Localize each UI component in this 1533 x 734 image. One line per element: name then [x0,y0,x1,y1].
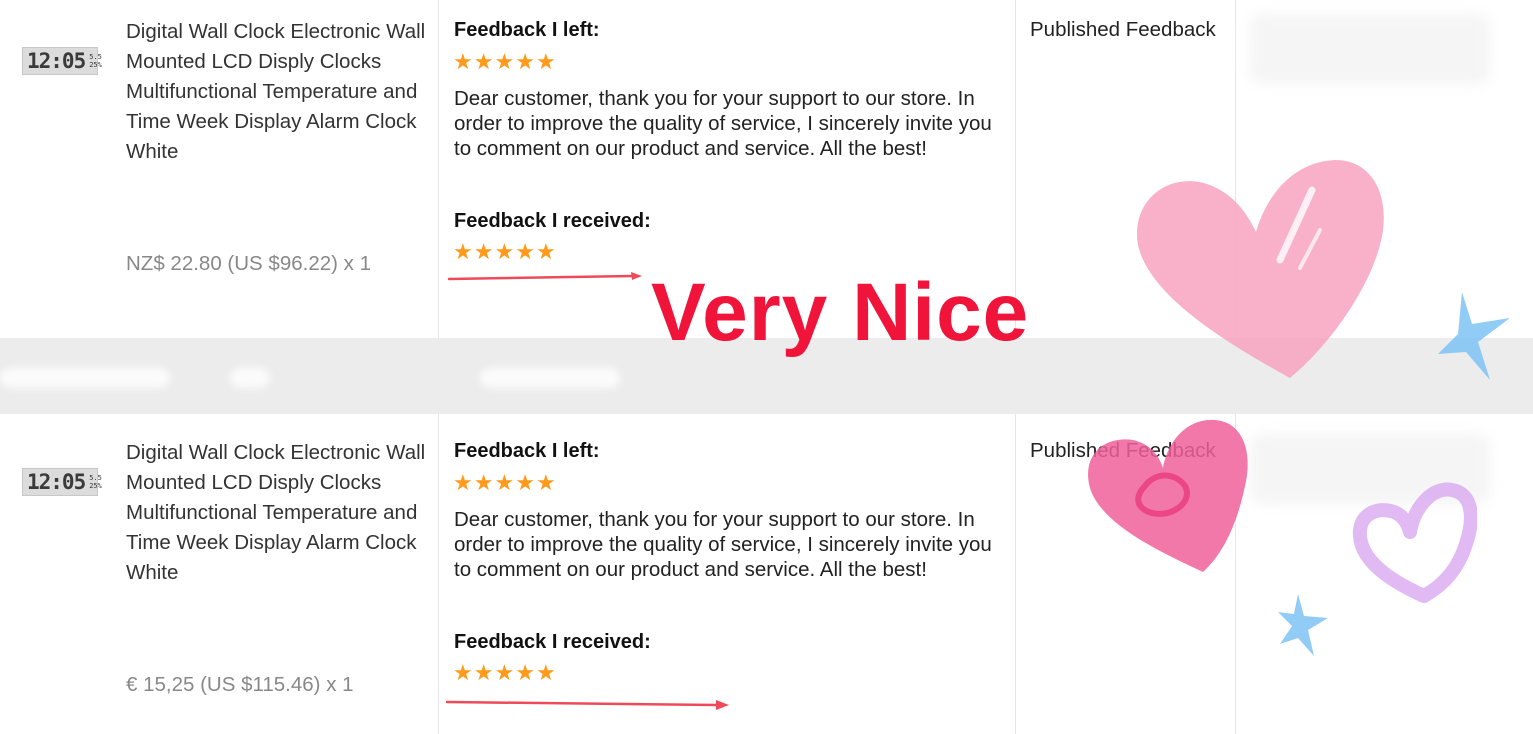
sparkle-sticker-icon [1438,292,1510,380]
star-icon: ★ [453,660,473,685]
feedback-received-rating: ★ ★ ★ ★ ★ [453,241,556,263]
star-icon: ★ [515,239,535,264]
star-icon: ★ [515,660,535,685]
star-icon: ★ [473,470,494,495]
product-title-link[interactable]: Digital Wall Clock Electronic Wall Mount… [126,17,426,167]
product-title-link[interactable]: Digital Wall Clock Electronic Wall Mount… [126,438,426,588]
feedback-received-label: Feedback I received: [454,631,651,653]
clock-time-digits: 12:05 [27,49,86,73]
star-icon: ★ [494,470,515,495]
sparkle-sticker-icon [1278,594,1328,656]
product-price: € 15,25 (US $115.46) x 1 [126,673,354,696]
feedback-received-rating: ★ ★ ★ ★ ★ [453,662,556,684]
clock-mini-readout: 5.5 25% [89,474,102,490]
clock-time-digits: 12:05 [27,470,86,494]
product-price: NZ$ 22.80 (US $96.22) x 1 [126,252,371,275]
column-divider [438,0,439,338]
star-icon: ★ [535,470,556,495]
star-icon: ★ [515,49,535,74]
red-arrow-icon [447,272,642,281]
heart-sticker-icon [1352,482,1477,603]
star-icon: ★ [494,239,515,264]
star-icon: ★ [515,470,535,495]
clock-mini-readout: 5.5 25% [89,53,102,69]
feedback-left-label: Feedback I left: [454,440,600,462]
product-thumbnail[interactable]: 12:05 5.5 25% [22,468,102,496]
star-icon: ★ [453,239,473,264]
star-icon: ★ [535,49,556,74]
star-icon: ★ [535,660,556,685]
product-thumbnail[interactable]: 12:05 5.5 25% [22,47,102,75]
star-icon: ★ [494,660,515,685]
column-divider [1015,414,1016,734]
star-icon: ★ [453,470,473,495]
heart-sticker-icon [1136,160,1384,378]
star-icon: ★ [473,49,494,74]
star-icon: ★ [473,239,494,264]
star-icon: ★ [473,660,494,685]
feedback-status: Published Feedback [1030,18,1216,41]
feedback-left-text: Dear customer, thank you for your suppor… [454,87,992,160]
overlay-caption: Very Nice [651,267,1030,358]
heart-sticker-icon [1088,419,1248,572]
star-icon: ★ [453,49,473,74]
star-icon: ★ [494,49,515,74]
star-icon: ★ [535,239,556,264]
blurred-action-area [1250,14,1490,84]
feedback-left-rating: ★ ★ ★ ★ ★ [453,51,556,73]
red-arrow-icon [445,700,729,710]
feedback-left-text: Dear customer, thank you for your suppor… [454,508,992,581]
order-row: 12:05 5.5 25% Digital Wall Clock Electro… [0,414,1533,734]
feedback-left-label: Feedback I left: [454,19,600,41]
column-divider [438,414,439,734]
feedback-left-rating: ★ ★ ★ ★ ★ [453,472,556,494]
feedback-received-label: Feedback I received: [454,210,651,232]
